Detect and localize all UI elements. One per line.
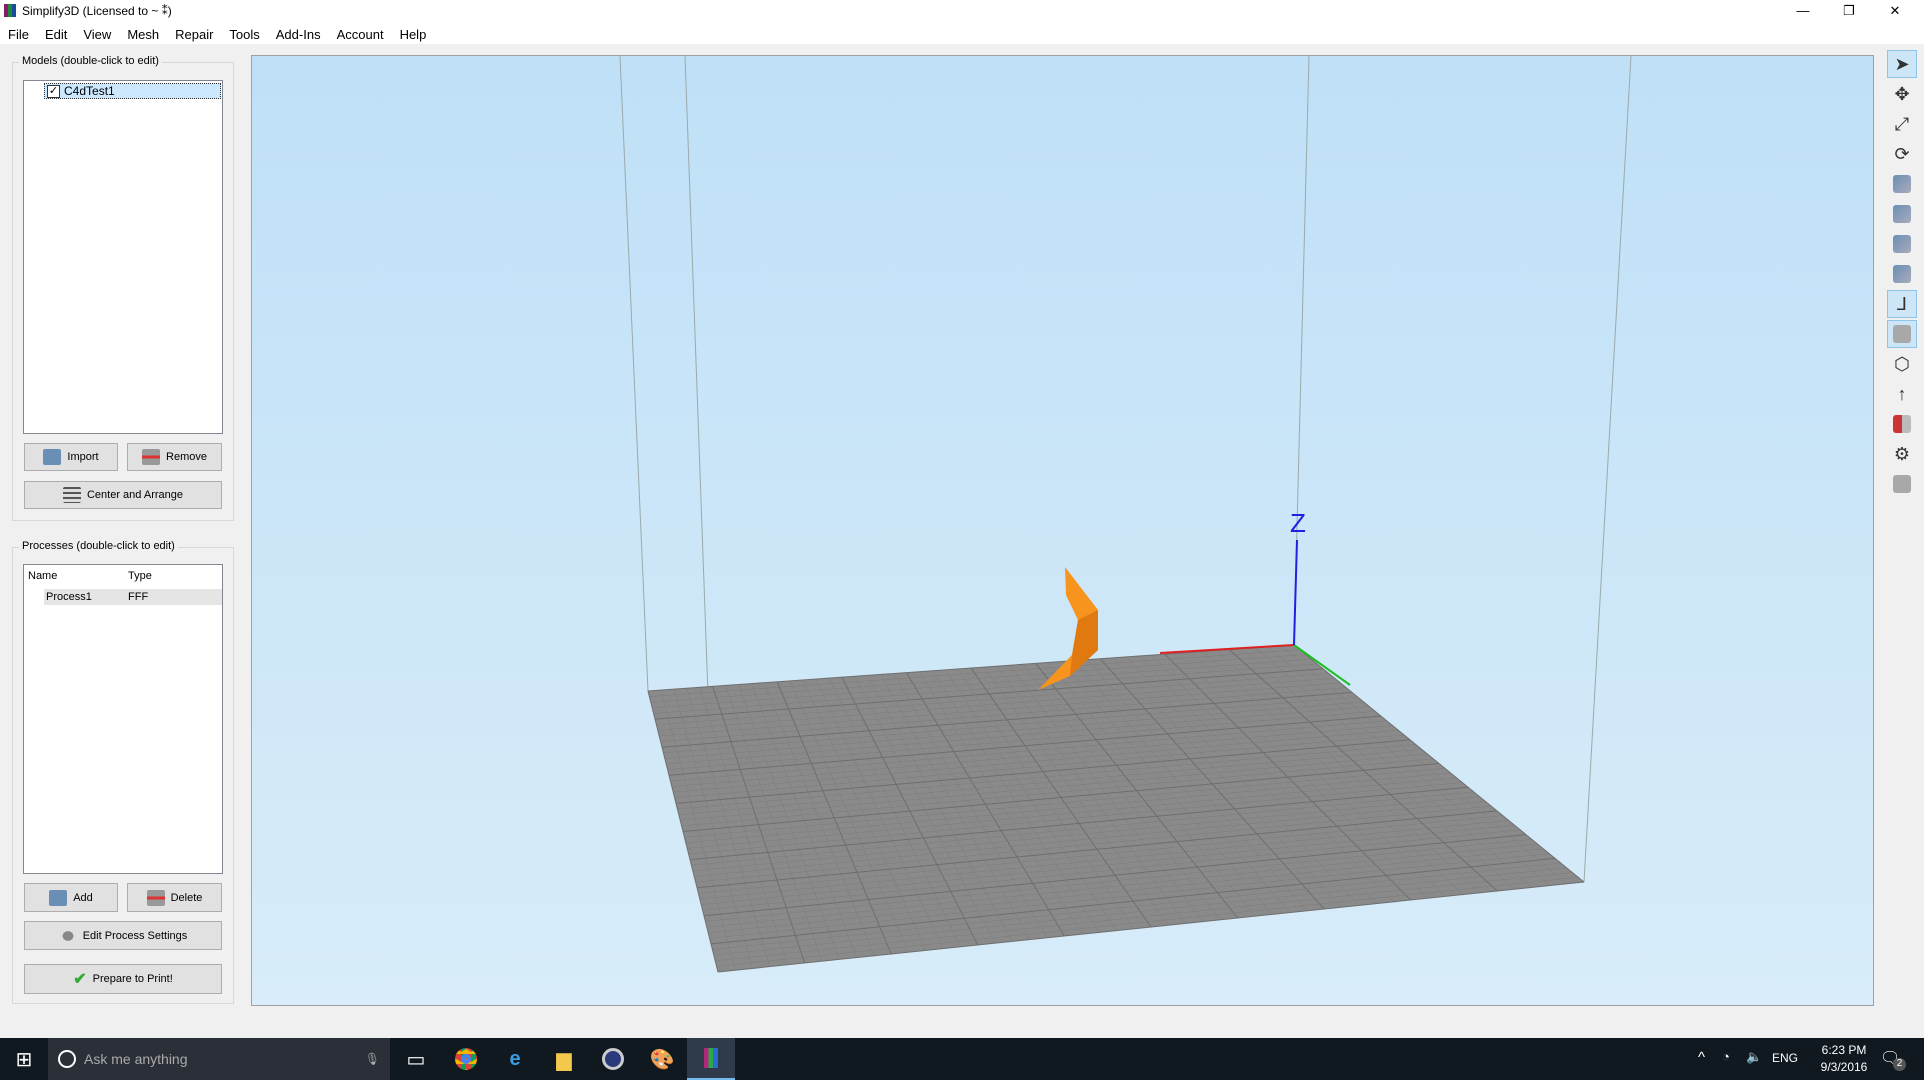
wireframe-icon[interactable]: ⬡ xyxy=(1887,350,1917,378)
clock-time[interactable]: 6:23 PM xyxy=(1814,1043,1874,1057)
language-indicator[interactable]: ENG xyxy=(1772,1051,1798,1065)
solid-icon[interactable] xyxy=(1887,320,1917,348)
search-box[interactable]: Ask me anything 🎙 xyxy=(48,1038,390,1080)
file-explorer-icon[interactable]: ▆ xyxy=(540,1038,588,1080)
task-view-icon[interactable]: ▭ xyxy=(392,1038,440,1080)
view-front-icon[interactable] xyxy=(1887,200,1917,228)
normal-icon[interactable]: ↑ xyxy=(1887,380,1917,408)
cinema4d-icon[interactable] xyxy=(589,1038,637,1080)
settings-icon[interactable]: ⚙ xyxy=(1887,440,1917,468)
clock-date[interactable]: 9/3/2016 xyxy=(1814,1060,1874,1074)
notification-count: 2 xyxy=(1893,1058,1906,1071)
chevron-up-icon[interactable]: ^ xyxy=(1698,1049,1705,1066)
paint-icon[interactable]: 🎨 xyxy=(638,1038,686,1080)
supports-icon[interactable] xyxy=(1887,470,1917,498)
build-volume-edge xyxy=(619,55,649,692)
z-axis-label: Z xyxy=(1290,508,1306,538)
volume-icon[interactable]: 🔈 xyxy=(1746,1049,1762,1065)
build-volume-edge xyxy=(1583,55,1632,883)
edge-icon[interactable]: e xyxy=(491,1038,539,1080)
start-button[interactable]: ⊞ xyxy=(0,1038,48,1080)
wifi-icon[interactable]: ◔ xyxy=(1722,1049,1730,1064)
view-default-icon[interactable] xyxy=(1887,170,1917,198)
z-axis xyxy=(1293,539,1298,646)
print-bed xyxy=(648,645,1584,972)
view-toolbar: ➤ ✥ ⤢ ⟳ ⅃ ⬡ ↑ ⚙ xyxy=(1884,48,1920,1018)
move-icon[interactable]: ✥ xyxy=(1887,80,1917,108)
view-side-icon[interactable] xyxy=(1887,260,1917,288)
axes-icon[interactable]: ⅃ xyxy=(1887,290,1917,318)
microphone-icon[interactable]: 🎙 xyxy=(365,1052,380,1066)
simplify3d-taskbar-icon[interactable] xyxy=(687,1038,735,1080)
select-icon[interactable]: ➤ xyxy=(1887,50,1917,78)
scale-icon[interactable]: ⤢ xyxy=(1887,110,1917,138)
rotate-icon[interactable]: ⟳ xyxy=(1887,140,1917,168)
search-placeholder: Ask me anything xyxy=(84,1051,188,1067)
view-top-icon[interactable] xyxy=(1887,230,1917,258)
taskbar: ⊞ Ask me anything 🎙 ▭ e ▆ 🎨 ^ ◔ 🔈 ENG 6:… xyxy=(0,1038,1924,1080)
chrome-icon[interactable] xyxy=(442,1038,490,1080)
cross-section-icon[interactable] xyxy=(1887,410,1917,438)
3d-scene: Z xyxy=(619,55,1632,973)
cortana-icon xyxy=(58,1050,76,1068)
